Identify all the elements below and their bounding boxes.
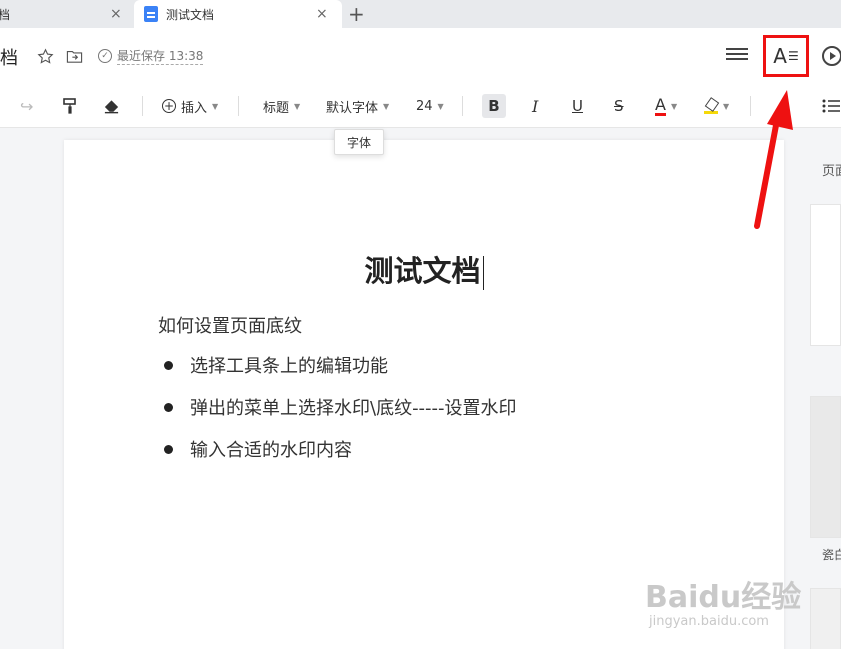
chevron-down-icon: ▼	[437, 101, 444, 111]
background-thumbnail[interactable]	[810, 204, 841, 346]
document-paragraph[interactable]: 如何设置页面底纹	[158, 312, 302, 338]
toolbar-divider	[142, 96, 143, 116]
font-family-select[interactable]: 默认字体 ▼	[326, 94, 389, 118]
chevron-down-icon: ▼	[723, 101, 730, 111]
watermark-url: jingyan.baidu.com	[649, 614, 769, 629]
tab-previous-document[interactable]: 档 ×	[0, 0, 134, 28]
format-toolbar: ↪ + 插入 ▼ 标题 ▼ 默认字体 ▼ 24 ▼ B I U S A ▼ ▼	[0, 84, 841, 128]
font-color-icon: A	[655, 94, 666, 116]
bullet-list: 选择工具条上的编辑功能 弹出的菜单上选择水印\底纹-----设置水印 输入合适的…	[158, 352, 517, 478]
font-color-button[interactable]: A ▼	[655, 94, 677, 118]
list-item[interactable]: 弹出的菜单上选择水印\底纹-----设置水印	[158, 394, 517, 436]
font-size-select[interactable]: 24 ▼	[416, 94, 444, 118]
tab-label: 档	[0, 7, 11, 22]
page-background-panel: 页面 瓷白	[810, 140, 841, 649]
list-item[interactable]: 输入合适的水印内容	[158, 436, 517, 478]
save-status: ✓ 最近保存 13:38	[98, 47, 204, 65]
toolbar-divider	[462, 96, 463, 116]
document-icon	[144, 6, 158, 22]
heading-style-select[interactable]: 标题 ▼	[263, 94, 300, 118]
close-icon[interactable]: ×	[110, 6, 122, 22]
font-panel-icon: A	[773, 44, 787, 68]
insert-menu[interactable]: + 插入 ▼	[162, 94, 218, 118]
insert-label: 插入	[181, 100, 208, 116]
font-tooltip: 字体	[334, 129, 384, 155]
text-cursor	[482, 256, 484, 290]
tab-bar: 档 × 测试文档 × +	[0, 0, 841, 28]
new-tab-button[interactable]: +	[348, 2, 365, 26]
add-circle-icon: +	[162, 99, 176, 113]
background-thumbnail[interactable]	[810, 588, 841, 649]
bullet-list-icon[interactable]	[822, 94, 840, 118]
font-family-value: 默认字体	[326, 100, 379, 116]
star-icon[interactable]	[35, 46, 55, 66]
save-status-text: 最近保存 13:38	[117, 49, 204, 65]
document-heading-text: 测试文档	[364, 254, 481, 288]
italic-button[interactable]: I	[532, 94, 538, 118]
chevron-down-icon: ▼	[383, 101, 390, 111]
strikethrough-button[interactable]: S	[614, 94, 624, 118]
close-icon[interactable]: ×	[316, 6, 328, 22]
panel-label: 页面	[822, 164, 841, 179]
font-panel-button[interactable]: A ☰	[763, 35, 809, 77]
highlighter-icon	[704, 98, 718, 114]
menu-button[interactable]	[726, 45, 748, 65]
check-circle-icon: ✓	[98, 49, 112, 63]
chevron-down-icon: ▼	[294, 101, 301, 111]
play-icon[interactable]	[822, 46, 841, 66]
move-to-folder-icon[interactable]	[64, 46, 84, 66]
highlight-color-button[interactable]: ▼	[704, 94, 729, 118]
bold-button[interactable]: B	[482, 94, 506, 118]
font-size-value: 24	[416, 98, 433, 114]
underline-button[interactable]: U	[572, 94, 583, 118]
watermark-logo: Baidu经验	[645, 580, 802, 615]
heading-label: 标题	[263, 100, 290, 116]
chevron-down-icon: ▼	[212, 101, 219, 111]
background-thumbnail[interactable]	[810, 396, 841, 538]
toolbar-divider	[238, 96, 239, 116]
chevron-down-icon: ▼	[670, 101, 678, 111]
tab-label: 测试文档	[166, 7, 215, 22]
thumbnail-caption: 瓷白	[822, 548, 841, 562]
eraser-icon[interactable]	[103, 94, 120, 118]
document-title[interactable]: 档	[0, 44, 18, 70]
document-header: 档 ✓ 最近保存 13:38 A ☰	[0, 28, 841, 84]
tab-current-document[interactable]: 测试文档 ×	[134, 0, 342, 28]
document-heading[interactable]: 测试文档	[64, 248, 784, 290]
format-painter-icon[interactable]	[62, 94, 78, 118]
redo-icon[interactable]: ↪	[20, 94, 33, 118]
baidu-watermark: Baidu经验 jingyan.baidu.com	[645, 572, 801, 629]
annotation-arrow-icon	[754, 90, 793, 229]
list-item[interactable]: 选择工具条上的编辑功能	[158, 352, 517, 394]
font-panel-lines-icon: ☰	[787, 49, 799, 63]
